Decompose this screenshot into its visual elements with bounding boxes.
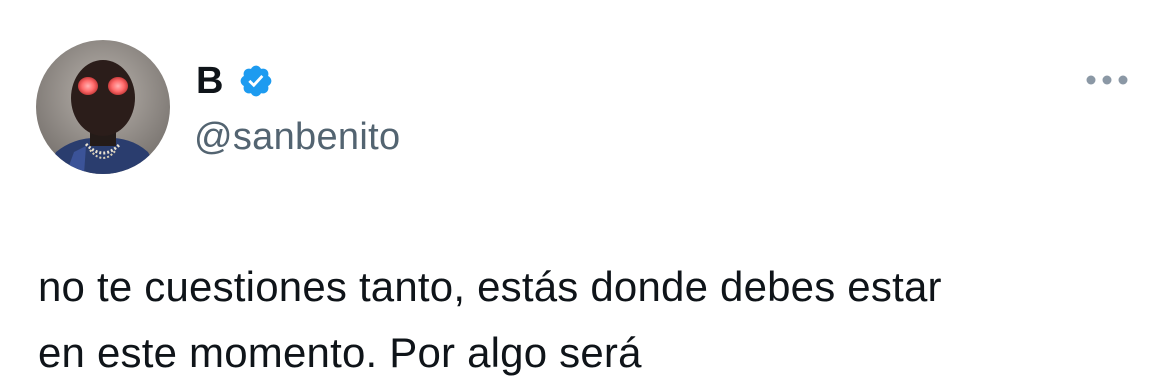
masked-person-avatar-icon [36,40,170,174]
tweet-text-line: en este momento. Por algo será [38,329,642,376]
author-handle[interactable]: @sanbenito [194,116,400,159]
tweet-text: no te cuestiones tanto, estás donde debe… [38,254,1148,386]
author-display-name[interactable]: B [196,60,224,103]
tweet-card: B @sanbenito no te cuestiones tanto, est… [0,0,1169,389]
verified-badge-icon[interactable] [238,63,274,99]
more-options-icon[interactable] [1082,66,1132,94]
author-avatar[interactable] [36,40,170,174]
author-name-row: B [196,58,274,104]
tweet-text-line: no te cuestiones tanto, estás donde debe… [38,263,942,310]
